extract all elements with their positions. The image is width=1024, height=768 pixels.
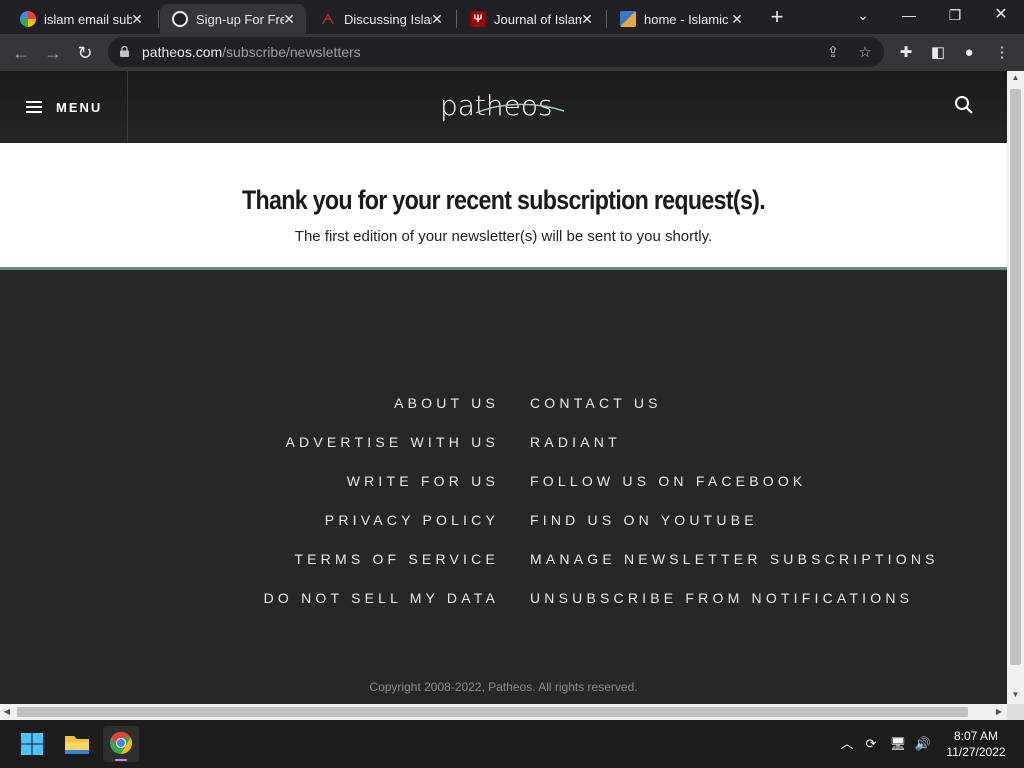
extensions-icon[interactable]: ✚ bbox=[895, 42, 917, 64]
close-window-button[interactable]: ✕ bbox=[986, 4, 1016, 26]
tab-separator bbox=[606, 10, 607, 28]
hamburger-icon bbox=[26, 101, 42, 113]
confirmation-subtitle: The first edition of your newsletter(s) … bbox=[294, 228, 713, 245]
iu-trident-icon: Ψ bbox=[470, 11, 486, 27]
address-bar[interactable]: patheos.com/subscribe/newsletters ⇪ ☆ bbox=[108, 37, 884, 67]
lock-icon bbox=[120, 46, 129, 57]
scrollbar-thumb[interactable] bbox=[1010, 89, 1021, 665]
menu-label: MENU bbox=[56, 99, 103, 115]
footer-link-about-us[interactable]: ABOUT US bbox=[394, 395, 499, 411]
reload-button[interactable]: ↻ bbox=[72, 40, 98, 66]
tab-separator bbox=[456, 10, 457, 28]
footer-link-write-for-us[interactable]: WRITE FOR US bbox=[347, 473, 499, 489]
close-icon[interactable]: ✕ bbox=[578, 10, 596, 28]
file-explorer-icon[interactable] bbox=[59, 726, 95, 762]
scroll-right-arrow-icon[interactable]: ▶ bbox=[992, 704, 1006, 720]
clock-time: 8:07 AM bbox=[953, 729, 999, 743]
confirmation-title: Thank you for your recent subscription r… bbox=[242, 185, 766, 215]
network-icon[interactable]: 🖥 bbox=[888, 734, 908, 754]
profile-icon[interactable]: ● bbox=[958, 42, 980, 64]
sync-icon[interactable]: ⟳ bbox=[861, 734, 881, 754]
new-tab-button[interactable]: + bbox=[764, 6, 790, 28]
tab-title: home - Islamic bbox=[644, 11, 729, 27]
footer-link-manage-newsletters[interactable]: MANAGE NEWSLETTER SUBSCRIPTIONS bbox=[530, 551, 939, 567]
search-icon[interactable] bbox=[954, 95, 974, 115]
side-panel-icon[interactable]: ◧ bbox=[927, 42, 949, 64]
scroll-left-arrow-icon[interactable]: ◀ bbox=[0, 704, 14, 720]
url-text: patheos.com/subscribe/newsletters bbox=[142, 44, 361, 60]
copyright-text: Copyright 2008-2022, Patheos. All rights… bbox=[369, 680, 638, 694]
page-viewport: MENU patheos Thank you for your recent s… bbox=[0, 71, 1007, 704]
footer-link-contact-us[interactable]: CONTACT US bbox=[530, 395, 662, 411]
tab-strip: islam email subs ✕ Sign-up For Free ✕ ᗅ … bbox=[0, 0, 1024, 34]
footer-link-advertise[interactable]: ADVERTISE WITH US bbox=[286, 434, 500, 450]
volume-icon[interactable]: 🔊 bbox=[913, 734, 933, 754]
header-divider bbox=[127, 71, 128, 143]
tab-title: islam email subs bbox=[44, 11, 132, 27]
patheos-logo[interactable]: patheos bbox=[438, 83, 568, 127]
menu-button[interactable]: MENU bbox=[26, 95, 102, 119]
footer-link-youtube[interactable]: FIND US ON YOUTUBE bbox=[530, 512, 758, 528]
chrome-taskbar-button[interactable] bbox=[103, 726, 139, 762]
tab-discussing-islam[interactable]: ᗅ Discussing Islam ✕ bbox=[308, 4, 454, 34]
confirmation-banner: Thank you for your recent subscription r… bbox=[0, 143, 1007, 270]
scrollbar-corner bbox=[1007, 704, 1024, 720]
browser-toolbar: ← → ↻ patheos.com/subscribe/newsletters … bbox=[0, 34, 1024, 71]
show-hidden-icons-icon[interactable]: ︿ bbox=[837, 734, 857, 754]
quill-icon: ᗅ bbox=[321, 11, 335, 27]
minimize-button[interactable]: — bbox=[894, 4, 924, 26]
tab-sign-up[interactable]: Sign-up For Free ✕ bbox=[160, 4, 306, 34]
google-icon bbox=[20, 11, 36, 27]
tab-title: Journal of Islamic bbox=[494, 11, 582, 27]
tab-journal[interactable]: Ψ Journal of Islamic ✕ bbox=[458, 4, 604, 34]
site-header: MENU patheos bbox=[0, 71, 1007, 143]
close-icon[interactable]: ✕ bbox=[728, 10, 746, 28]
horizontal-scrollbar[interactable]: ◀ ▶ bbox=[0, 704, 1007, 720]
footer-link-terms[interactable]: TERMS OF SERVICE bbox=[294, 551, 499, 567]
bookmark-star-icon[interactable]: ☆ bbox=[856, 44, 874, 62]
scrollbar-thumb[interactable] bbox=[17, 707, 968, 717]
vertical-scrollbar[interactable]: ▲ ▼ bbox=[1007, 71, 1024, 704]
chrome-icon bbox=[110, 732, 132, 761]
share-icon[interactable]: ⇪ bbox=[824, 44, 842, 62]
footer-link-radiant[interactable]: RADIANT bbox=[530, 434, 621, 450]
scroll-up-arrow-icon[interactable]: ▲ bbox=[1007, 71, 1024, 85]
tab-title: Sign-up For Free bbox=[196, 11, 284, 27]
footer-link-do-not-sell[interactable]: DO NOT SELL MY DATA bbox=[264, 590, 499, 606]
home-favicon bbox=[620, 11, 636, 27]
close-icon[interactable]: ✕ bbox=[428, 10, 446, 28]
back-button[interactable]: ← bbox=[8, 40, 34, 66]
footer-link-unsubscribe[interactable]: UNSUBSCRIBE FROM NOTIFICATIONS bbox=[530, 590, 913, 606]
tab-title: Discussing Islam bbox=[344, 11, 432, 27]
scroll-down-arrow-icon[interactable]: ▼ bbox=[1007, 688, 1024, 702]
taskbar: ︿ ⟳ 🖥 🔊 8:07 AM 11/27/2022 bbox=[0, 720, 1024, 768]
tab-home-islamic[interactable]: home - Islamic ✕ bbox=[608, 4, 754, 34]
tab-separator bbox=[158, 10, 159, 28]
tab-search-button[interactable]: ⌄ bbox=[848, 4, 878, 26]
tab-islam-email[interactable]: islam email subs ✕ bbox=[8, 4, 154, 34]
close-icon[interactable]: ✕ bbox=[128, 10, 146, 28]
restore-button[interactable]: ❐ bbox=[940, 4, 970, 26]
patheos-favicon bbox=[172, 11, 188, 27]
site-footer: ABOUT US ADVERTISE WITH US WRITE FOR US … bbox=[0, 273, 1007, 704]
more-menu-icon[interactable]: ⋮ bbox=[991, 42, 1013, 64]
windows-start-icon[interactable] bbox=[14, 726, 50, 762]
footer-link-facebook[interactable]: FOLLOW US ON FACEBOOK bbox=[530, 473, 806, 489]
clock-date: 11/27/2022 bbox=[946, 745, 1006, 759]
forward-button[interactable]: → bbox=[40, 40, 66, 66]
close-icon[interactable]: ✕ bbox=[280, 10, 298, 28]
system-clock[interactable]: 8:07 AM 11/27/2022 bbox=[938, 728, 1014, 760]
footer-link-privacy-policy[interactable]: PRIVACY POLICY bbox=[325, 512, 499, 528]
